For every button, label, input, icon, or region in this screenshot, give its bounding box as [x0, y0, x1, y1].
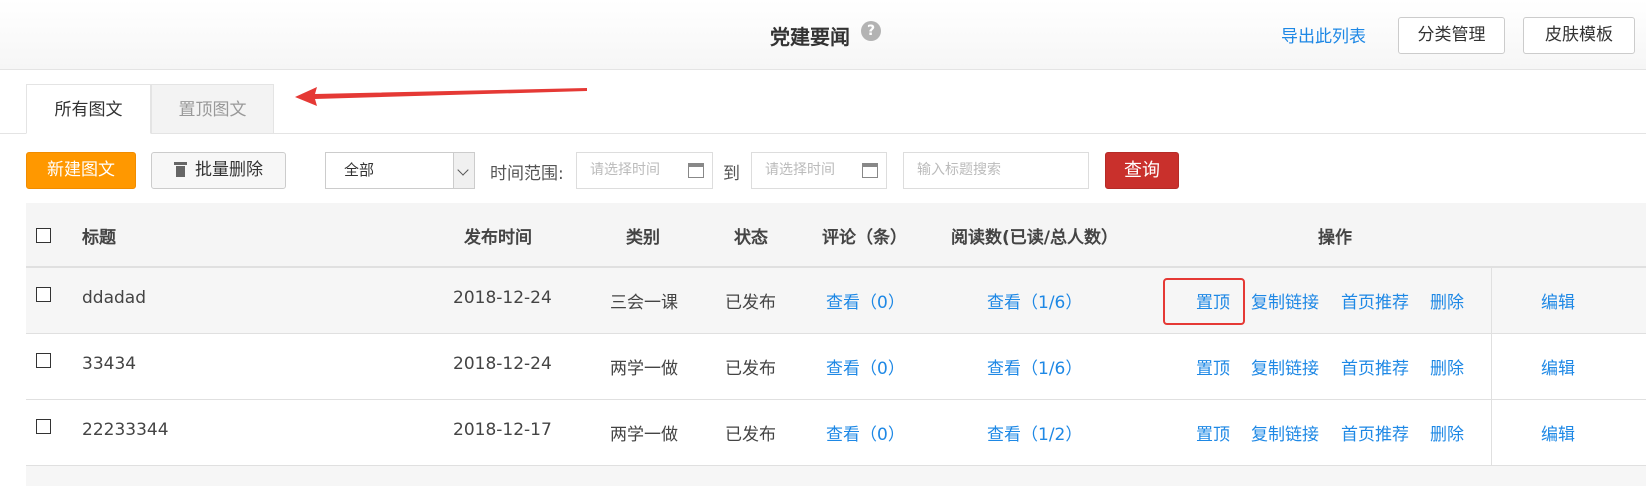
annotation-arrow [295, 87, 587, 106]
row-edit-link[interactable]: 编辑 [1541, 420, 1575, 445]
row-checkbox[interactable] [36, 419, 51, 434]
tab-pinned-articles[interactable]: 置顶图文 [151, 84, 274, 134]
row-pin-link[interactable]: 置顶 [1196, 354, 1230, 379]
page-title: 党建要闻 [770, 25, 850, 49]
row-reads-link[interactable]: 查看（1/6） [987, 288, 1082, 313]
header-title: 标题 [82, 228, 116, 248]
row-edit-link[interactable]: 编辑 [1541, 288, 1575, 313]
query-button[interactable]: 查询 [1105, 152, 1179, 189]
select-all-checkbox[interactable] [36, 228, 51, 243]
trash-icon [174, 162, 187, 177]
to-label: 到 [723, 164, 740, 184]
title-search-input[interactable]: 输入标题搜索 [903, 152, 1089, 189]
export-list-link[interactable]: 导出此列表 [1281, 22, 1366, 47]
row-comments-link[interactable]: 查看（0） [826, 354, 905, 379]
tab-all-articles[interactable]: 所有图文 [26, 84, 151, 134]
row-status: 已发布 [725, 293, 776, 313]
toolbar: 新建图文 批量删除 全部 时间范围: 请选择时间 到 请选择时间 输入标题搜索 … [0, 152, 1646, 190]
column-divider [1491, 334, 1492, 400]
calendar-icon[interactable] [862, 163, 878, 178]
start-date-placeholder: 请选择时间 [590, 162, 660, 178]
header-comments: 评论（条） [822, 228, 907, 248]
category-manage-button[interactable]: 分类管理 [1398, 17, 1505, 54]
table-header: 标题 发布时间 类别 状态 评论（条） 阅读数(已读/总人数） 操作 [26, 203, 1646, 268]
row-delete-link[interactable]: 删除 [1430, 288, 1464, 313]
end-date-input[interactable]: 请选择时间 [751, 152, 887, 189]
batch-delete-label: 批量删除 [195, 160, 263, 180]
row-date: 2018-12-24 [453, 288, 552, 308]
end-date-placeholder: 请选择时间 [765, 162, 835, 178]
help-icon[interactable]: ? [861, 21, 881, 41]
column-divider [1491, 400, 1492, 466]
row-title: ddadad [82, 288, 146, 308]
header-publish-time: 发布时间 [464, 228, 532, 248]
row-date: 2018-12-24 [453, 354, 552, 374]
row-category: 两学一做 [610, 359, 678, 379]
tab-bar: 所有图文 置顶图文 [0, 84, 1646, 134]
row-category: 两学一做 [610, 425, 678, 445]
category-select[interactable]: 全部 [325, 152, 475, 189]
batch-delete-button[interactable]: 批量删除 [151, 152, 286, 189]
row-recommend-link[interactable]: 首页推荐 [1341, 420, 1409, 445]
calendar-icon[interactable] [688, 163, 704, 178]
column-divider [1491, 268, 1492, 334]
category-select-value: 全部 [344, 161, 375, 179]
header-actions: 操作 [1318, 228, 1352, 248]
row-checkbox[interactable] [36, 287, 51, 302]
row-reads-link[interactable]: 查看（1/2） [987, 420, 1082, 445]
header-reads: 阅读数(已读/总人数） [951, 228, 1118, 248]
top-bar: 党建要闻 ? 导出此列表 分类管理 皮肤模板 [0, 0, 1646, 70]
table-row [26, 466, 1646, 486]
row-category: 三会一课 [610, 293, 678, 313]
row-title: 22233344 [82, 420, 169, 440]
row-comments-link[interactable]: 查看（0） [826, 420, 905, 445]
header-category: 类别 [626, 228, 660, 248]
row-pin-link[interactable]: 置顶 [1196, 420, 1230, 445]
row-title: 33434 [82, 354, 137, 374]
start-date-input[interactable]: 请选择时间 [576, 152, 713, 189]
table-row: 22233344 2018-12-17 两学一做 已发布 查看（0） 查看（1/… [26, 400, 1646, 466]
row-copy-link[interactable]: 复制链接 [1251, 420, 1319, 445]
row-recommend-link[interactable]: 首页推荐 [1341, 354, 1409, 379]
new-article-button[interactable]: 新建图文 [26, 152, 136, 189]
row-reads-link[interactable]: 查看（1/6） [987, 354, 1082, 379]
row-comments-link[interactable]: 查看（0） [826, 288, 905, 313]
chevron-down-icon[interactable] [453, 153, 474, 188]
row-checkbox[interactable] [36, 353, 51, 368]
row-date: 2018-12-17 [453, 420, 552, 440]
time-range-label: 时间范围: [490, 164, 564, 184]
row-status: 已发布 [725, 359, 776, 379]
article-table: 标题 发布时间 类别 状态 评论（条） 阅读数(已读/总人数） 操作 ddada… [26, 203, 1646, 486]
header-status: 状态 [734, 228, 768, 248]
row-status: 已发布 [725, 425, 776, 445]
table-row: ddadad 2018-12-24 三会一课 已发布 查看（0） 查看（1/6）… [26, 268, 1646, 334]
skin-template-button[interactable]: 皮肤模板 [1523, 17, 1635, 54]
row-delete-link[interactable]: 删除 [1430, 420, 1464, 445]
row-pin-link[interactable]: 置顶 [1196, 288, 1230, 313]
row-copy-link[interactable]: 复制链接 [1251, 354, 1319, 379]
row-delete-link[interactable]: 删除 [1430, 354, 1464, 379]
row-recommend-link[interactable]: 首页推荐 [1341, 288, 1409, 313]
table-row: 33434 2018-12-24 两学一做 已发布 查看（0） 查看（1/6） … [26, 334, 1646, 400]
row-copy-link[interactable]: 复制链接 [1251, 288, 1319, 313]
row-edit-link[interactable]: 编辑 [1541, 354, 1575, 379]
